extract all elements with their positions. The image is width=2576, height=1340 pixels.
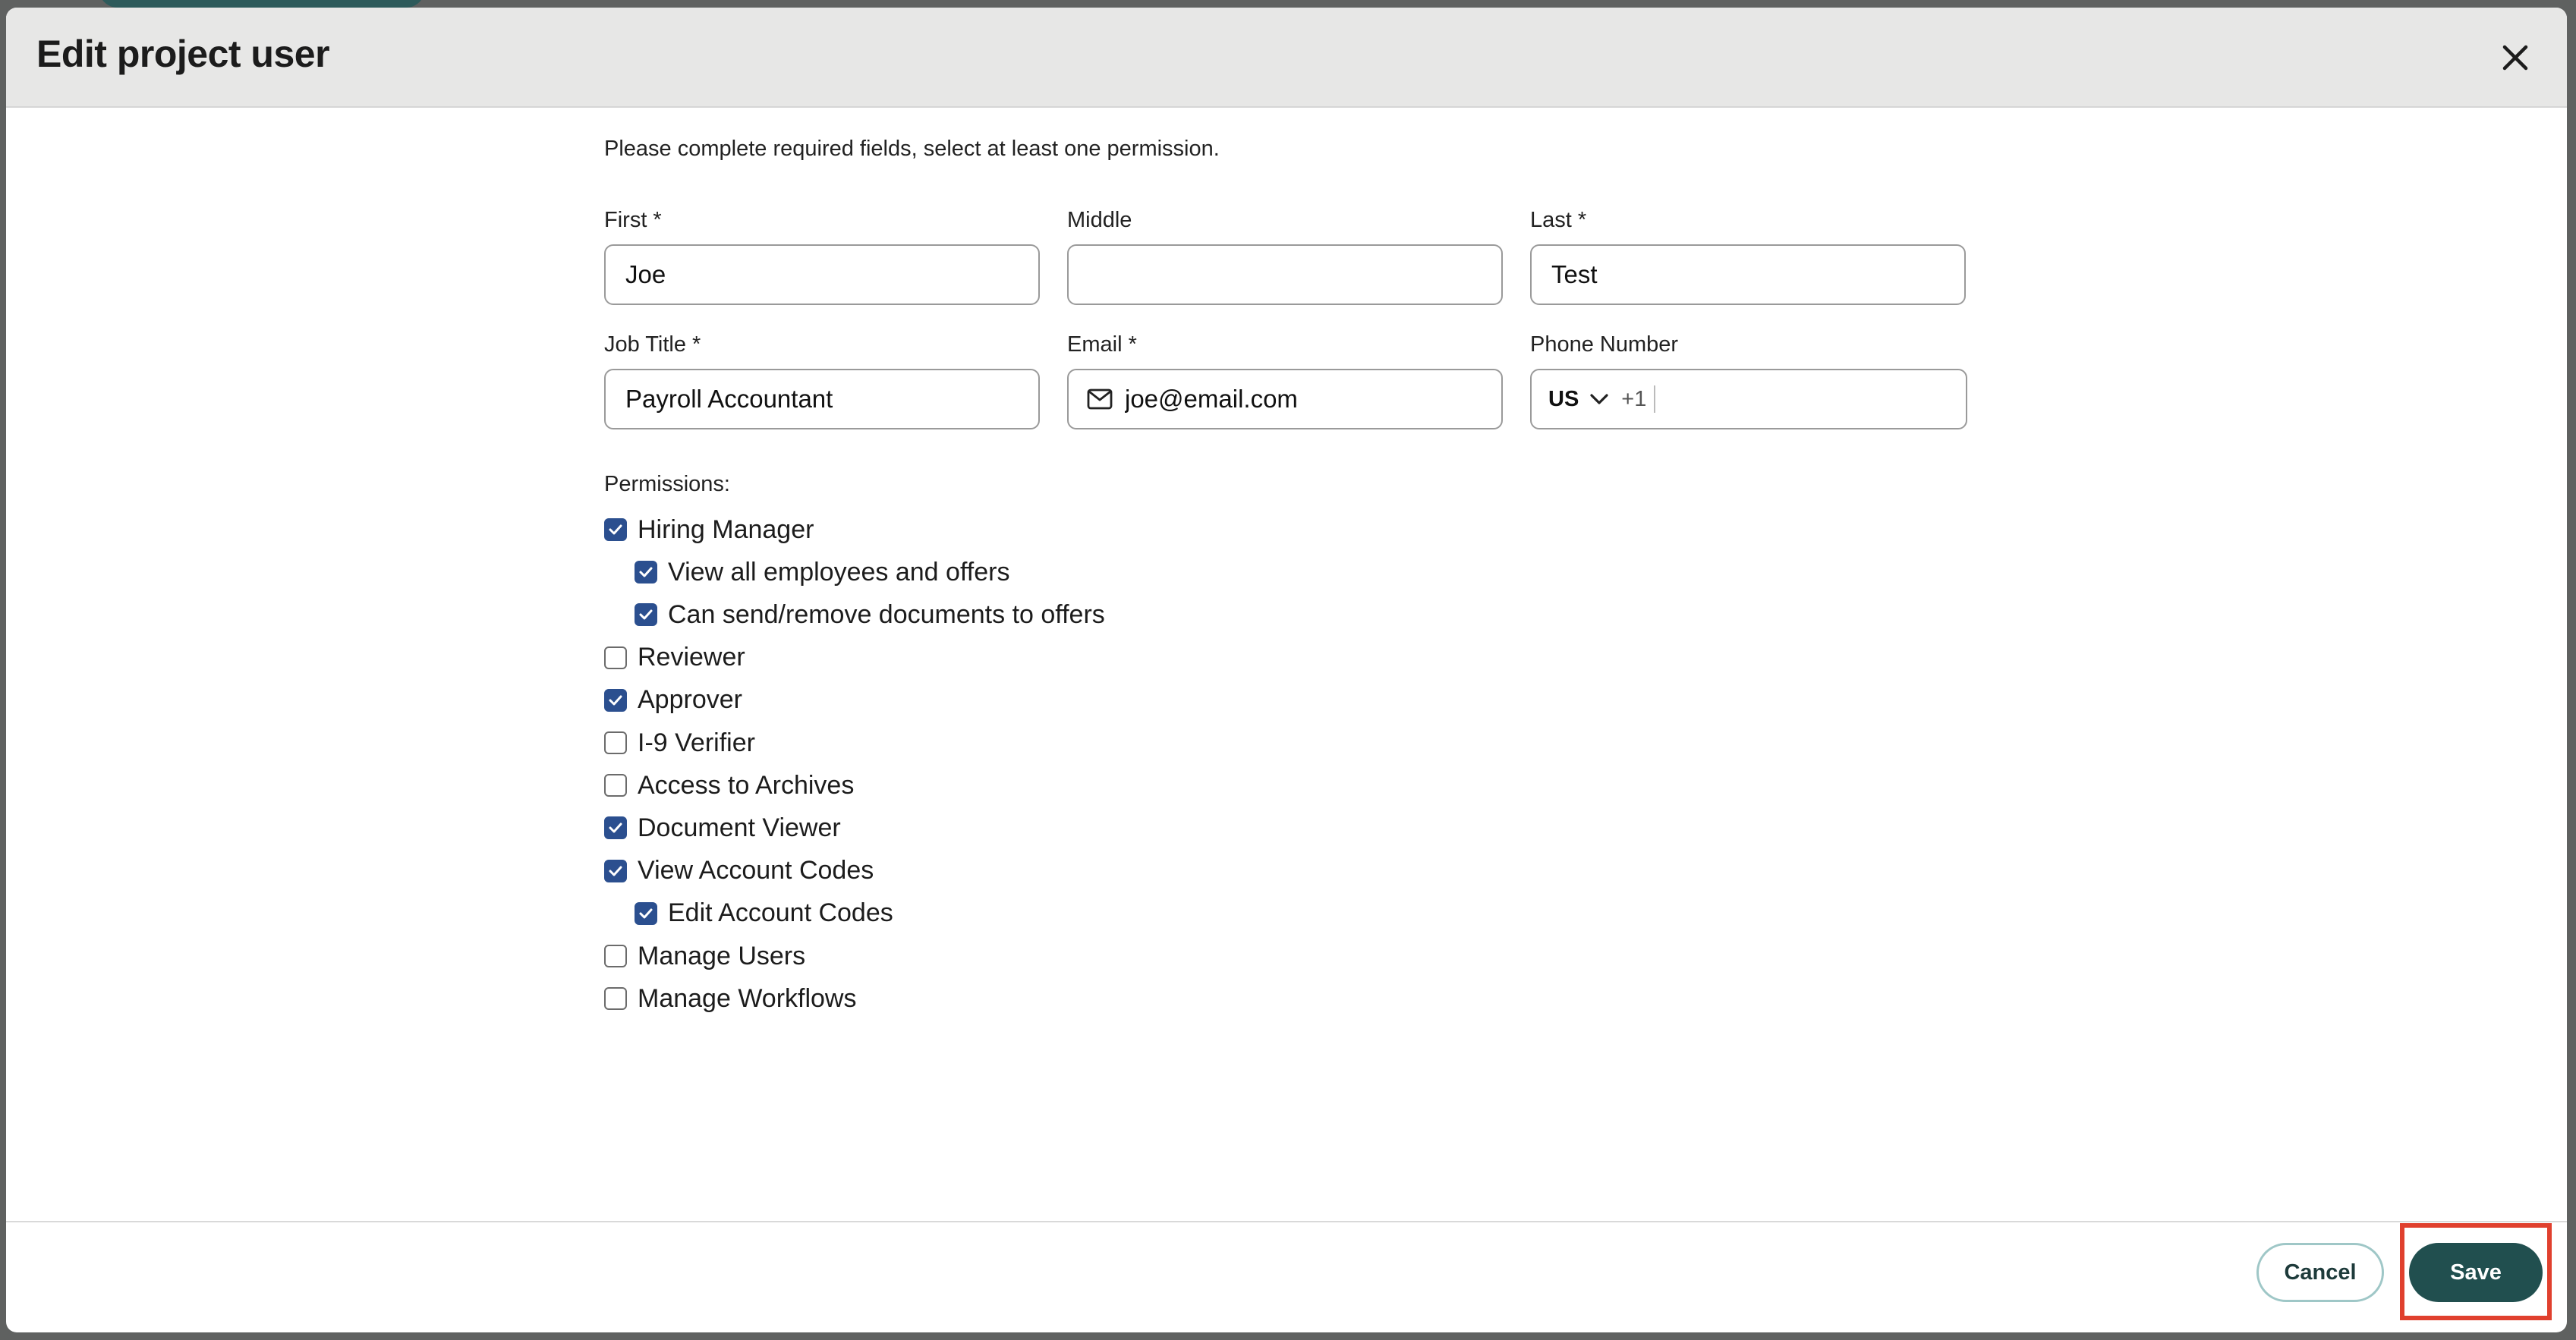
first-name-label: First * [604, 208, 662, 232]
job-title-label: Job Title * [604, 332, 701, 357]
permission-label: Manage Workflows [638, 983, 857, 1013]
permission-item[interactable]: Edit Account Codes [635, 897, 893, 930]
job-title-field[interactable] [604, 369, 1040, 429]
modal-title: Edit project user [36, 33, 330, 75]
last-name-label: Last * [1530, 208, 1587, 232]
permission-label: View all employees and offers [668, 557, 1010, 587]
permission-label: Edit Account Codes [668, 898, 893, 928]
permission-item[interactable]: Approver [604, 684, 742, 717]
background-app-element [99, 0, 425, 8]
checkmark-icon [639, 908, 653, 919]
permission-item[interactable]: View Account Codes [604, 854, 874, 888]
permission-item[interactable]: Access to Archives [604, 769, 854, 802]
permission-checkbox[interactable] [604, 518, 627, 541]
checkmark-icon [639, 567, 653, 577]
permission-checkbox[interactable] [604, 688, 627, 712]
permission-item[interactable]: Reviewer [604, 641, 745, 675]
user-form: Please complete required fields, select … [604, 137, 1986, 1013]
checkmark-icon [609, 695, 622, 706]
close-button[interactable] [2494, 36, 2537, 79]
permission-item[interactable]: I-9 Verifier [604, 726, 755, 760]
phone-number-field[interactable] [1664, 384, 1957, 414]
permission-checkbox[interactable] [604, 859, 627, 882]
permission-item[interactable]: Manage Users [604, 939, 805, 973]
middle-name-field[interactable] [1067, 244, 1503, 305]
checkmark-icon [609, 823, 622, 833]
envelope-icon [1087, 388, 1113, 410]
permission-label: Hiring Manager [638, 514, 814, 544]
permission-checkbox[interactable] [635, 603, 657, 627]
modal-header: Edit project user [6, 8, 2567, 108]
permission-item[interactable]: Can send/remove documents to offers [635, 598, 1105, 631]
close-icon [2502, 45, 2528, 71]
country-code-select[interactable]: US [1548, 387, 1611, 412]
permission-item[interactable]: Manage Workflows [604, 982, 857, 1015]
chevron-down-icon [1590, 394, 1608, 404]
permission-item[interactable]: View all employees and offers [635, 555, 1009, 589]
cancel-button[interactable]: Cancel [2256, 1243, 2384, 1302]
dial-code: +1 [1621, 386, 1647, 411]
permission-label: View Account Codes [638, 856, 874, 885]
checkmark-icon [609, 524, 622, 535]
permission-label: Approver [638, 685, 742, 715]
edit-user-modal: Edit project user Please complete requir… [6, 8, 2567, 1332]
permission-checkbox[interactable] [635, 901, 657, 925]
first-name-field[interactable] [604, 244, 1040, 305]
permission-checkbox[interactable] [635, 561, 657, 584]
permission-checkbox[interactable] [604, 987, 627, 1011]
permission-item[interactable]: Document Viewer [604, 811, 841, 845]
checkmark-icon [609, 866, 622, 876]
permission-label: Manage Users [638, 941, 806, 970]
email-label: Email * [1067, 332, 1137, 357]
permission-label: I-9 Verifier [638, 728, 755, 757]
permission-checkbox[interactable] [604, 945, 627, 967]
checkmark-icon [639, 609, 653, 620]
permission-checkbox[interactable] [604, 646, 627, 669]
phone-divider [1654, 385, 1656, 413]
last-name-field[interactable] [1530, 244, 1966, 305]
country-code: US [1548, 386, 1579, 411]
save-button-highlight [2400, 1223, 2552, 1320]
email-input-wrapper [1067, 369, 1503, 429]
permission-checkbox[interactable] [604, 774, 627, 797]
permission-label: Can send/remove documents to offers [668, 599, 1105, 629]
permission-checkbox[interactable] [604, 731, 627, 754]
form-instructions: Please complete required fields, select … [604, 137, 1220, 161]
permission-label: Document Viewer [638, 813, 841, 842]
footer-divider [6, 1221, 2567, 1222]
permission-label: Access to Archives [638, 770, 855, 800]
permissions-label: Permissions: [604, 472, 730, 496]
phone-label: Phone Number [1530, 332, 1679, 357]
middle-name-label: Middle [1067, 208, 1132, 232]
email-field[interactable] [1123, 384, 1475, 414]
phone-input-wrapper: US +1 [1530, 369, 1967, 429]
permission-item[interactable]: Hiring Manager [604, 513, 814, 546]
permission-checkbox[interactable] [604, 816, 627, 840]
permission-label: Reviewer [638, 643, 745, 672]
